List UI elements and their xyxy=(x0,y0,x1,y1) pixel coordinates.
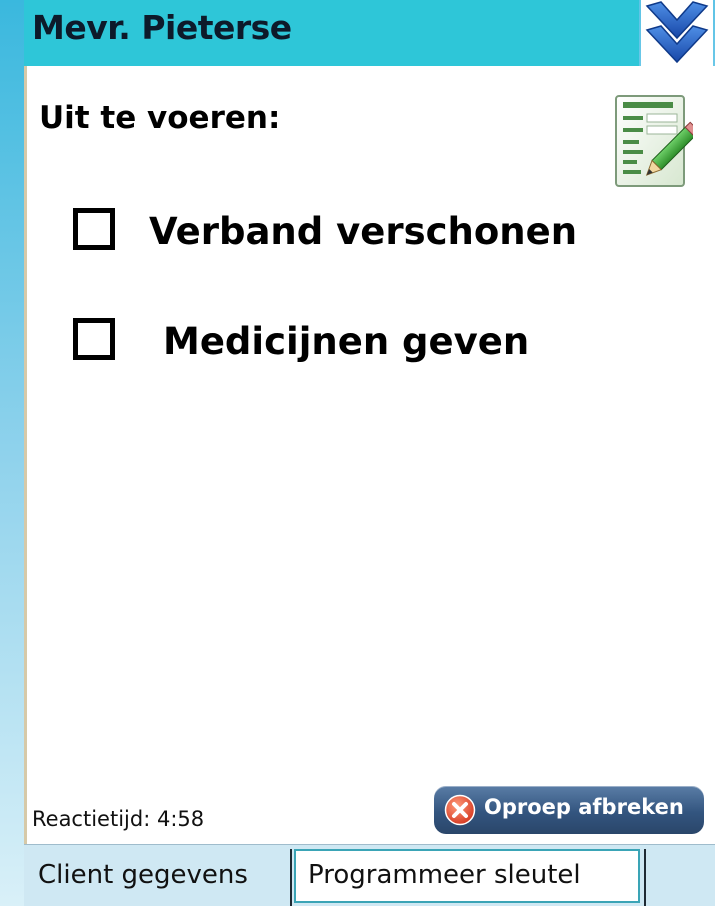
tab-programmeer-sleutel[interactable]: Programmeer sleutel xyxy=(294,849,640,903)
bottom-tab-bar: Client gegevens Programmeer sleutel xyxy=(24,844,715,906)
left-gradient-strip xyxy=(0,0,24,906)
task-checkbox[interactable] xyxy=(73,208,115,250)
reaction-time: Reactietijd: 4:58 xyxy=(32,807,205,831)
task-label: Verband verschonen xyxy=(149,210,578,253)
header-bar: Mevr. Pieterse xyxy=(24,0,639,66)
close-circle-icon xyxy=(444,794,476,826)
task-item-medicijnen[interactable]: Medicijnen geven xyxy=(71,314,631,378)
tab-client-gegevens[interactable]: Client gegevens xyxy=(24,849,288,903)
task-item-verband[interactable]: Verband verschonen xyxy=(71,204,631,268)
edit-notes-button[interactable] xyxy=(613,94,701,190)
collapse-button[interactable] xyxy=(641,0,713,68)
tab-label: Programmeer sleutel xyxy=(308,860,581,890)
cancel-call-button[interactable]: Oproep afbreken xyxy=(434,786,704,834)
cancel-call-label: Oproep afbreken xyxy=(484,795,684,819)
task-checkbox[interactable] xyxy=(73,318,115,360)
edit-notes-icon xyxy=(615,95,701,187)
task-label: Medicijnen geven xyxy=(163,320,530,363)
double-chevron-down-icon xyxy=(645,1,709,64)
tab-label: Client gegevens xyxy=(38,860,248,890)
main-content: Uit te voeren: Verband verschonen Medici… xyxy=(24,66,715,844)
patient-name: Mevr. Pieterse xyxy=(32,8,292,47)
section-title: Uit te voeren: xyxy=(39,100,281,136)
tab-divider xyxy=(644,849,646,906)
tab-divider xyxy=(290,849,292,906)
